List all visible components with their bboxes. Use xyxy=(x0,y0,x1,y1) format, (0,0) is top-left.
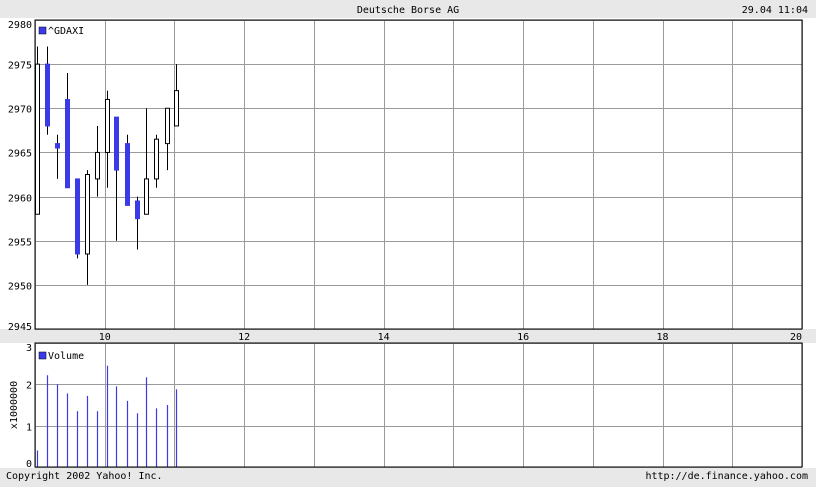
price-y-tick-labels: 2945 2950 2955 2960 2965 2970 2975 2980 xyxy=(8,20,32,333)
price-legend-swatch xyxy=(38,26,47,35)
candle-body xyxy=(55,143,60,149)
candle-body xyxy=(135,200,140,220)
candle-body xyxy=(85,174,90,255)
volume-y-tick-label: 0 xyxy=(26,459,32,470)
chart-canvas: Deutsche Borse AG 29.04 11:04 Copyright … xyxy=(0,0,816,487)
candle-body xyxy=(35,63,40,215)
x-tick-label: 14 xyxy=(378,332,390,343)
footer-url[interactable]: http://de.finance.yahoo.com xyxy=(645,471,808,482)
x-axis-band xyxy=(0,329,816,343)
x-tick-label: 16 xyxy=(517,332,529,343)
price-y-tick-label: 2965 xyxy=(8,149,32,160)
volume-y-tick-label: 3 xyxy=(26,343,32,354)
price-y-tick-label: 2945 xyxy=(8,322,32,333)
footer-copyright: Copyright 2002 Yahoo! Inc. xyxy=(6,471,163,482)
candle-body xyxy=(45,63,50,127)
candle-body xyxy=(95,151,100,180)
candle-body xyxy=(65,98,70,189)
volume-y-axis-label: x1000000 xyxy=(9,381,20,429)
price-legend: ^GDAXI xyxy=(48,26,84,37)
candle-body xyxy=(174,90,179,127)
candle-body xyxy=(165,107,170,145)
volume-y-tick-labels: 0 1 2 3 xyxy=(26,343,32,470)
price-y-tick-label: 2960 xyxy=(8,194,32,205)
chart-title: Deutsche Borse AG xyxy=(357,5,459,16)
price-y-tick-label: 2975 xyxy=(8,61,32,72)
volume-y-tick-label: 2 xyxy=(26,381,32,392)
price-y-tick-label: 2955 xyxy=(8,238,32,249)
price-y-tick-label: 2980 xyxy=(8,20,32,31)
candle-body xyxy=(144,178,149,215)
price-panel: 2945 2950 2955 2960 2965 2970 2975 2980 10 12 14 1… xyxy=(8,19,803,343)
x-tick-label: 10 xyxy=(99,332,111,343)
volume-panel: 0 1 2 3 Volume x1000000 xyxy=(9,342,803,470)
candle-body xyxy=(154,138,159,180)
candle-body xyxy=(125,143,130,206)
volume-legend: Volume xyxy=(48,351,84,362)
volume-legend-swatch xyxy=(38,351,47,360)
candle-body xyxy=(114,116,119,171)
volume-y-tick-label: 1 xyxy=(26,423,32,434)
x-tick-label: 20 xyxy=(790,332,802,343)
x-tick-label: 18 xyxy=(657,332,669,343)
candle-body xyxy=(105,98,110,153)
price-y-tick-label: 2970 xyxy=(8,105,32,116)
candle-body xyxy=(75,178,80,255)
x-tick-label: 12 xyxy=(238,332,250,343)
price-y-tick-label: 2950 xyxy=(8,282,32,293)
header-datetime: 29.04 11:04 xyxy=(742,5,808,16)
